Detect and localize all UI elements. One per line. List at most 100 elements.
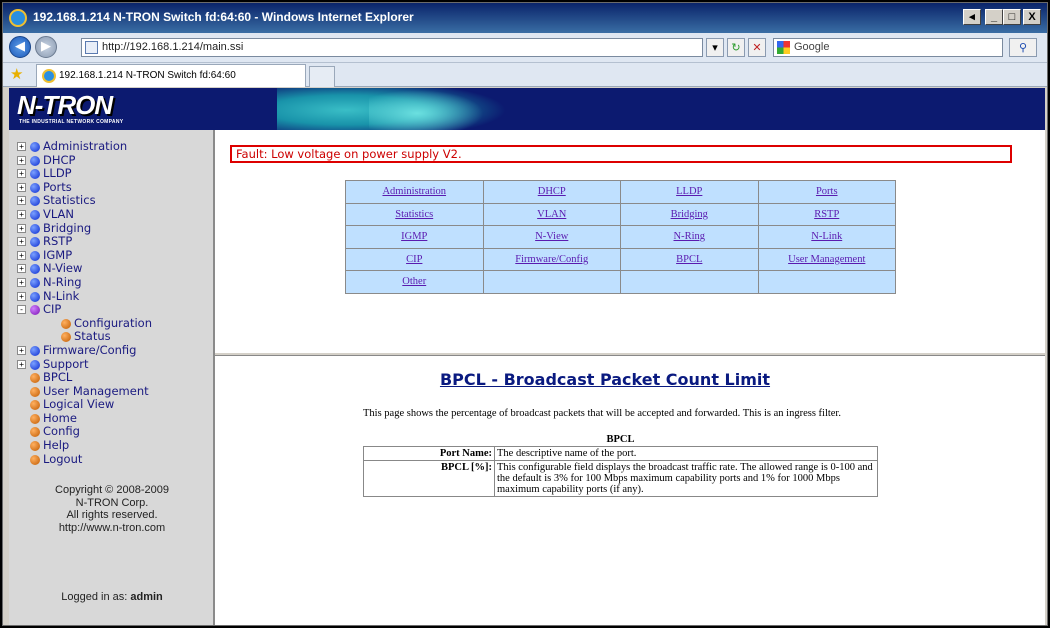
sidebar-item-bridging[interactable]: + Bridging	[15, 221, 210, 236]
menu-link-ports[interactable]: Ports	[816, 186, 838, 197]
expand-icon[interactable]: +	[17, 277, 26, 287]
sidebar-item-configuration[interactable]: Configuration	[15, 316, 210, 331]
expand-icon[interactable]: +	[17, 291, 26, 301]
menu-link-n-ring[interactable]: N-Ring	[674, 231, 706, 242]
sidebar-item-administration[interactable]: + Administration	[15, 139, 210, 154]
blue-bullet-icon	[30, 291, 40, 302]
expand-icon[interactable]: +	[17, 359, 26, 369]
expand-icon[interactable]: +	[17, 182, 26, 192]
expand-icon[interactable]: +	[17, 250, 26, 260]
help-table-row: BPCL [%]: This configurable field display…	[363, 460, 878, 497]
menu-link-cip[interactable]: CIP	[406, 254, 422, 265]
sidebar-item-label: IGMP	[43, 247, 73, 262]
sidebar-item-ports[interactable]: + Ports	[15, 180, 210, 195]
sidebar-item-n-ring[interactable]: + N-Ring	[15, 274, 210, 290]
expand-icon[interactable]: +	[17, 196, 26, 206]
blue-bullet-icon	[30, 209, 40, 220]
url-dropdown-icon[interactable]: ▾	[706, 38, 724, 57]
sidebar-item-firmware-config[interactable]: + Firmware/Config	[15, 343, 210, 358]
blue-bullet-icon	[30, 196, 40, 207]
help-table-title: BPCL	[606, 434, 635, 445]
menu-cell: Firmware/Config	[482, 247, 621, 271]
sidebar-item-label: RSTP	[43, 234, 73, 249]
sidebar-item-home[interactable]: Home	[15, 411, 210, 426]
sidebar-item-bpcl[interactable]: BPCL	[15, 370, 210, 385]
tab-bar: ★ 192.168.1.214 N-TRON Switch fd:64:60	[3, 63, 1047, 87]
expand-icon[interactable]: +	[17, 264, 26, 274]
menu-link-bpcl[interactable]: BPCL	[676, 254, 702, 265]
forward-button[interactable]: ▶	[35, 36, 57, 58]
minimize-button[interactable]: _	[985, 9, 1003, 25]
menu-cell	[757, 270, 896, 294]
collapse-icon[interactable]: -	[17, 305, 26, 315]
sidebar-item-label: N-Ring	[43, 274, 82, 289]
new-tab-button[interactable]	[309, 66, 335, 87]
sidebar-item-status[interactable]: Status	[15, 329, 210, 344]
orange-bullet-icon	[30, 427, 40, 438]
menu-link-lldp[interactable]: LLDP	[676, 186, 702, 197]
expand-icon[interactable]: +	[17, 209, 26, 219]
browser-tab[interactable]: 192.168.1.214 N-TRON Switch fd:64:60	[36, 64, 306, 87]
back-button[interactable]: ◀	[9, 36, 31, 58]
menu-link-igmp[interactable]: IGMP	[401, 231, 427, 242]
sidebar-item-igmp[interactable]: + IGMP	[15, 247, 210, 263]
menu-link-administration[interactable]: Administration	[382, 186, 446, 197]
ntron-logo: N-TRON	[17, 90, 113, 120]
sidebar-item-lldp[interactable]: + LLDP	[15, 166, 210, 181]
sidebar-item-cip[interactable]: - CIP	[15, 302, 210, 317]
blue-bullet-icon	[30, 359, 40, 370]
menu-link-statistics[interactable]: Statistics	[395, 209, 433, 220]
restore-button[interactable]: ◂	[963, 9, 981, 25]
sidebar-item-dhcp[interactable]: + DHCP	[15, 153, 210, 168]
maximize-button[interactable]: □	[1003, 9, 1021, 25]
menu-link-n-view[interactable]: N-View	[535, 231, 568, 242]
help-table-row: Port Name: The descriptive name of the po…	[363, 446, 878, 461]
close-button[interactable]: X	[1023, 9, 1041, 25]
expand-icon[interactable]: +	[17, 223, 26, 233]
tab-label: 192.168.1.214 N-TRON Switch fd:64:60	[59, 70, 236, 81]
fault-banner: Fault: Low voltage on power supply V2.	[230, 145, 1012, 163]
menu-link-n-link[interactable]: N-Link	[811, 231, 842, 242]
sidebar-item-statistics[interactable]: + Statistics	[15, 193, 210, 208]
sidebar-item-logical-view[interactable]: Logical View	[15, 397, 210, 412]
expand-icon[interactable]: +	[17, 237, 26, 247]
sidebar-item-support[interactable]: + Support	[15, 357, 210, 372]
blue-bullet-icon	[30, 142, 40, 152]
sidebar-item-n-view[interactable]: + N-View	[15, 261, 210, 276]
ie-logo-icon	[9, 9, 27, 27]
menu-cell: Administration	[345, 180, 484, 204]
sidebar-item-help[interactable]: Help	[15, 438, 210, 453]
sidebar-item-config[interactable]: Config	[15, 424, 210, 439]
menu-link-rstp[interactable]: RSTP	[814, 209, 839, 220]
menu-link-firmware-config[interactable]: Firmware/Config	[515, 254, 588, 265]
banner-splash-highlight	[369, 88, 489, 130]
expand-icon[interactable]: +	[17, 169, 26, 179]
menu-link-user-management[interactable]: User Management	[788, 254, 865, 265]
favorites-star-icon[interactable]: ★	[10, 65, 23, 83]
help-description: This page shows the percentage of broadc…	[363, 408, 841, 419]
menu-cell: Other	[345, 270, 484, 294]
sidebar-item-rstp[interactable]: + RSTP	[15, 234, 210, 249]
expand-icon[interactable]: +	[17, 155, 26, 165]
url-field[interactable]: http://192.168.1.214/main.ssi	[81, 38, 703, 57]
menu-link-bridging[interactable]: Bridging	[671, 209, 708, 220]
menu-link-vlan[interactable]: VLAN	[537, 209, 566, 220]
expand-icon[interactable]: +	[17, 345, 26, 355]
menu-row: Administration DHCP LLDP Ports	[345, 180, 896, 204]
sidebar-item-vlan[interactable]: + VLAN	[15, 207, 210, 222]
help-frame: BPCL - Broadcast Packet Count Limit This…	[215, 356, 1045, 625]
sidebar-item-n-link[interactable]: + N-Link	[15, 289, 210, 304]
expand-icon[interactable]: +	[17, 142, 26, 151]
search-input[interactable]: Google	[773, 38, 1003, 57]
stop-button[interactable]: ✕	[748, 38, 766, 57]
search-go-button[interactable]: ⚲	[1009, 38, 1037, 57]
sidebar-item-user-management[interactable]: User Management	[15, 383, 210, 399]
menu-cell: N-View	[482, 225, 621, 249]
refresh-button[interactable]: ↻	[727, 38, 745, 57]
sidebar-item-label: User Management	[43, 383, 149, 398]
sidebar-item-label: Status	[74, 329, 111, 344]
menu-link-other[interactable]: Other	[402, 276, 426, 287]
sidebar-item-logout[interactable]: Logout	[15, 452, 210, 467]
window-title: 192.168.1.214 N-TRON Switch fd:64:60 - W…	[33, 10, 414, 24]
menu-link-dhcp[interactable]: DHCP	[538, 186, 566, 197]
